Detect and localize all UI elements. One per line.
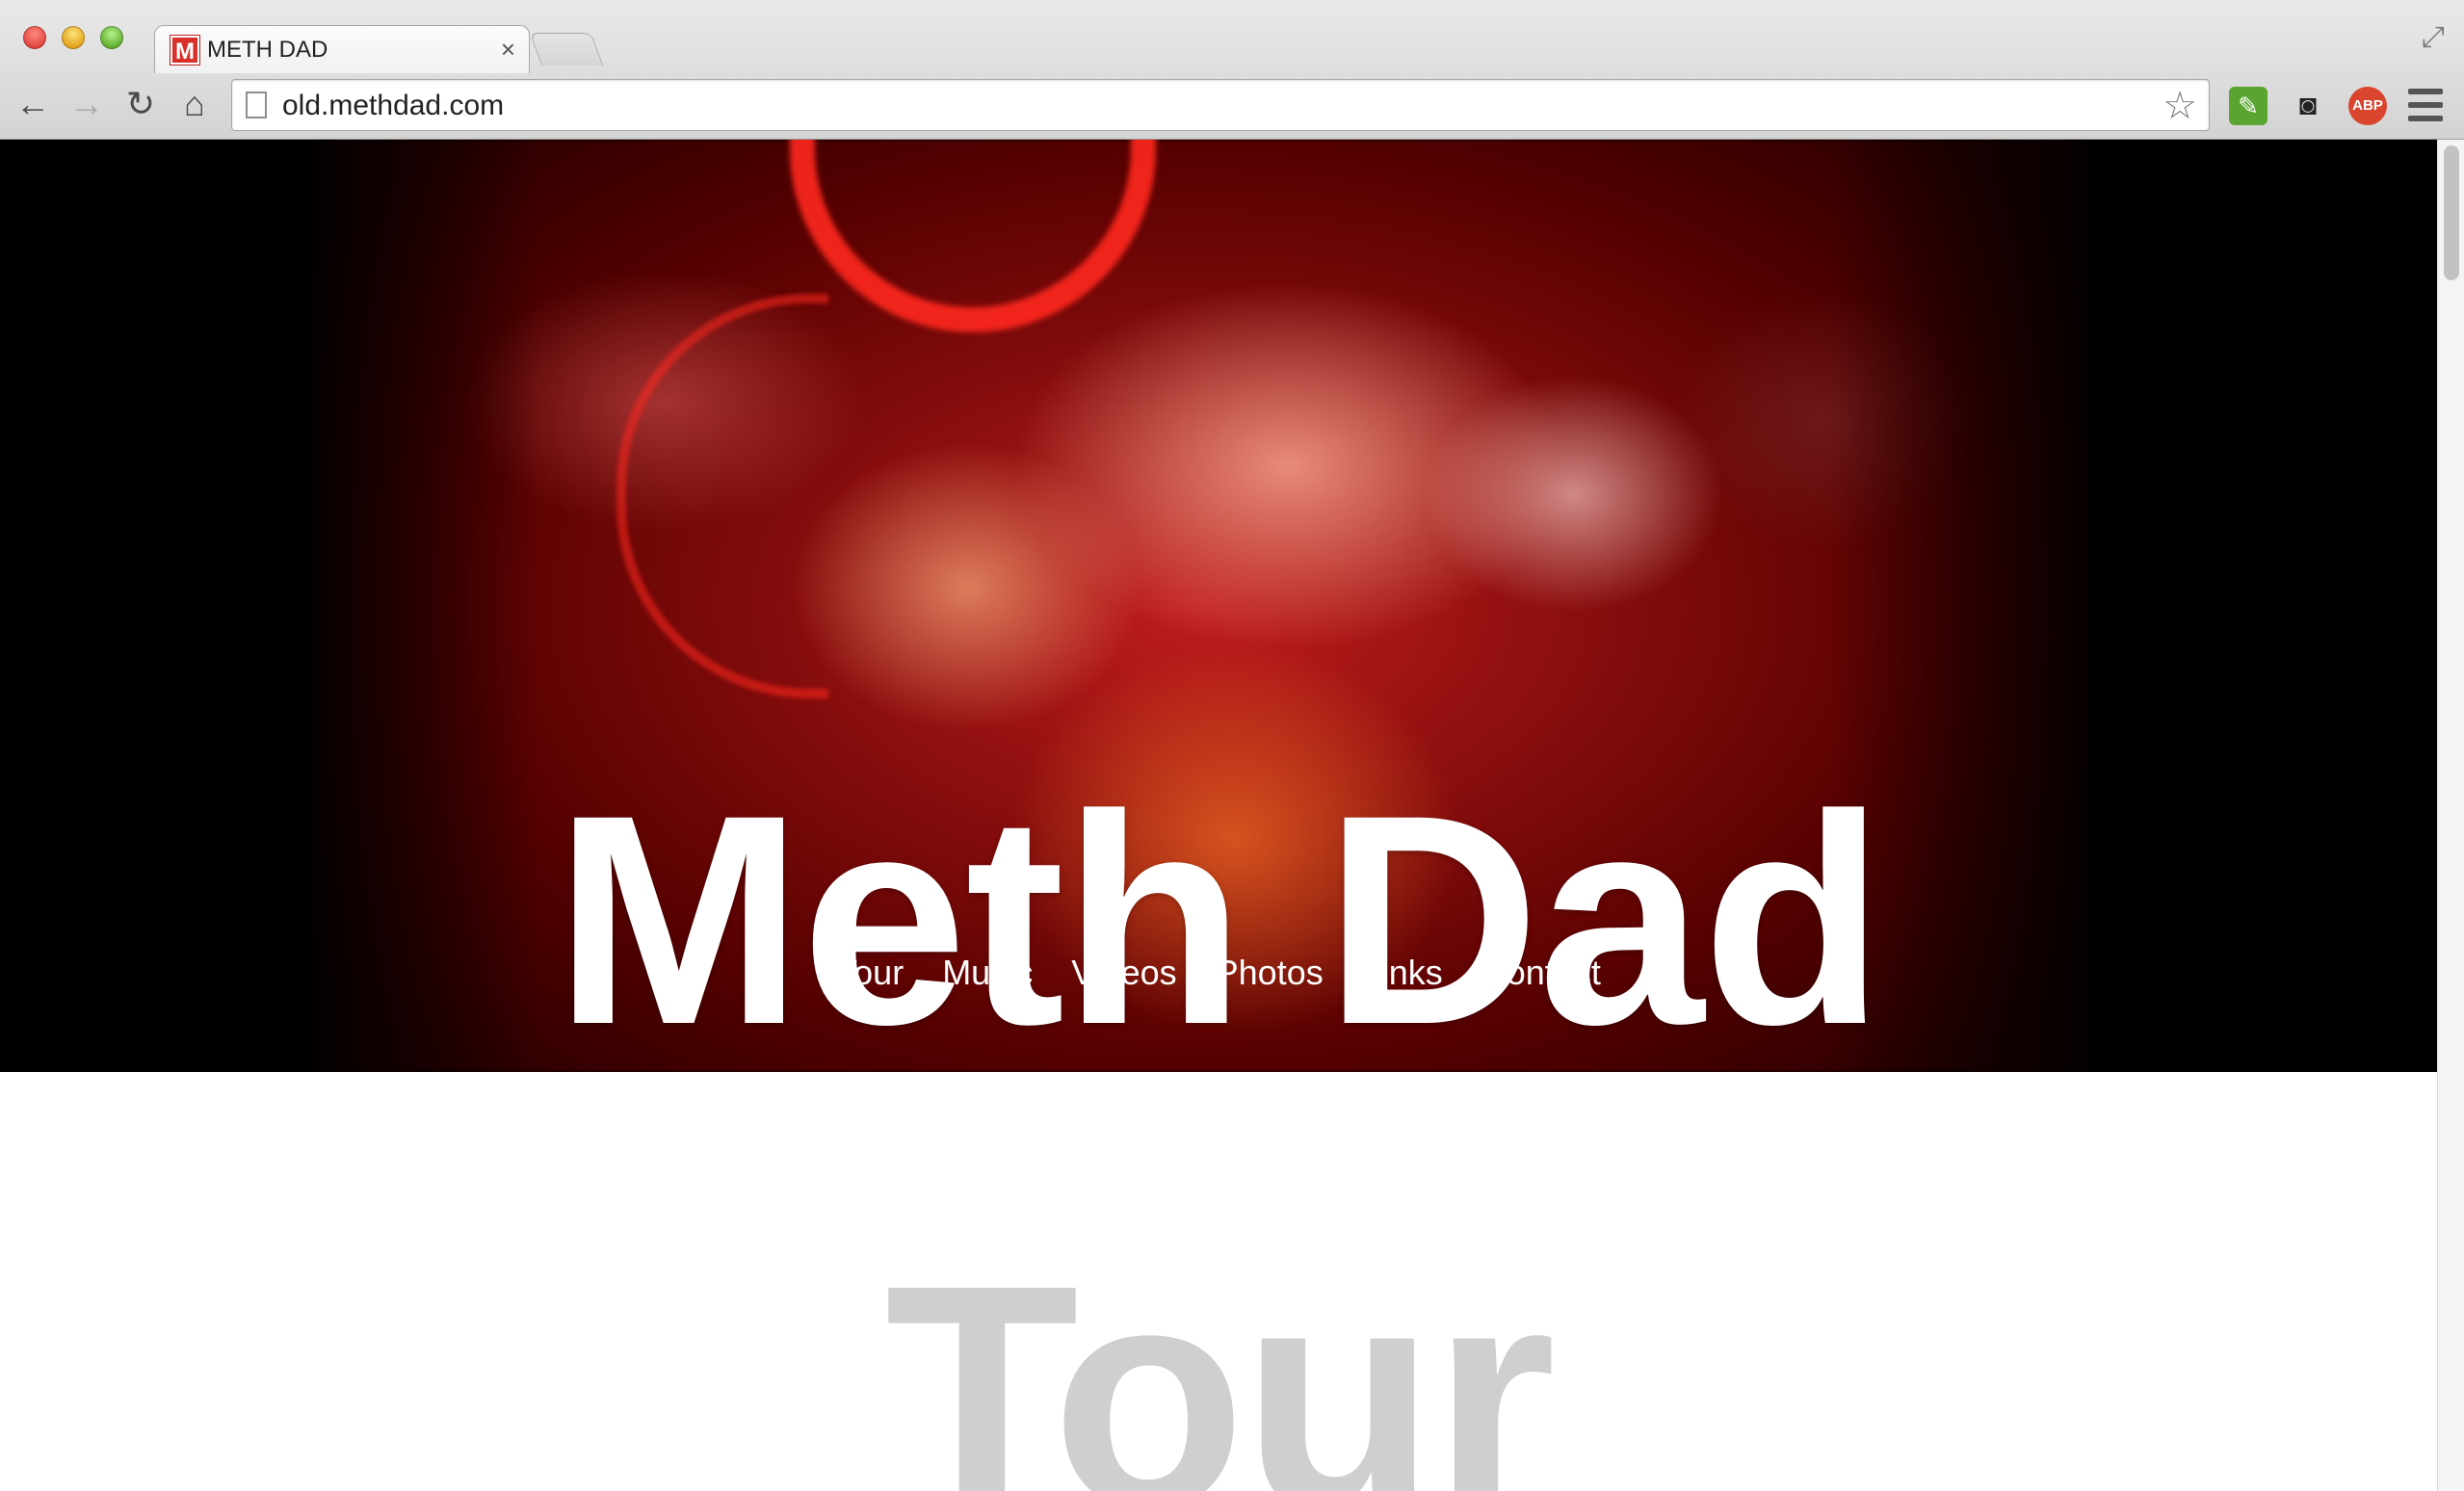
page-scrollbar[interactable] bbox=[2437, 140, 2464, 1491]
reload-icon[interactable]: ↻ bbox=[121, 85, 160, 123]
browser-toolbar: ← → ↻ ⌂ old.methdad.com ☆ ✎ ◙ ABP bbox=[0, 73, 2464, 139]
tab-close-icon[interactable]: × bbox=[501, 35, 515, 65]
address-bar[interactable]: old.methdad.com ☆ bbox=[231, 79, 2210, 131]
scrollbar-thumb[interactable] bbox=[2444, 145, 2459, 280]
minimize-window-button[interactable] bbox=[62, 26, 85, 49]
adblock-extension-icon[interactable]: ABP bbox=[2348, 87, 2387, 125]
page-icon bbox=[246, 92, 267, 118]
home-icon[interactable]: ⌂ bbox=[175, 85, 214, 123]
mask-extension-icon[interactable]: ◙ bbox=[2289, 87, 2327, 125]
url-text[interactable]: old.methdad.com bbox=[282, 90, 504, 122]
nav-link-photos[interactable]: Photos bbox=[1216, 953, 1324, 993]
tab-title: METH DAD bbox=[207, 36, 328, 63]
browser-tab-active[interactable]: M METH DAD × bbox=[154, 25, 530, 73]
nav-link-videos[interactable]: Videos bbox=[1071, 953, 1176, 993]
hero-section: Meth Dad Tour Music Videos Photos Links … bbox=[0, 140, 2437, 1072]
new-tab-button[interactable] bbox=[529, 33, 604, 65]
back-arrow-icon[interactable]: ← bbox=[13, 85, 52, 123]
window-controls bbox=[23, 26, 123, 49]
browser-chrome: M METH DAD × ⤢ ← → ↻ ⌂ old.methdad.com ☆… bbox=[0, 0, 2464, 140]
nav-link-music[interactable]: Music bbox=[942, 953, 1033, 993]
maximize-window-button[interactable] bbox=[100, 26, 123, 49]
forward-arrow-icon[interactable]: → bbox=[67, 85, 106, 123]
nav-link-links[interactable]: Links bbox=[1362, 953, 1443, 993]
band-name-title: Meth Dad bbox=[554, 752, 1885, 1072]
page-viewport: Meth Dad Tour Music Videos Photos Links … bbox=[0, 140, 2437, 1491]
site-favicon-icon: M bbox=[170, 35, 199, 65]
main-navigation: Tour Music Videos Photos Links Contact bbox=[0, 953, 2437, 993]
nav-link-tour[interactable]: Tour bbox=[836, 953, 904, 993]
browser-menu-icon[interactable] bbox=[2408, 89, 2443, 121]
bookmark-star-icon[interactable]: ☆ bbox=[2163, 84, 2197, 128]
tour-section-title: Tour bbox=[884, 1218, 1557, 1491]
nav-link-contact[interactable]: Contact bbox=[1481, 953, 1601, 993]
fullscreen-icon[interactable]: ⤢ bbox=[2422, 21, 2445, 54]
evernote-extension-icon[interactable]: ✎ bbox=[2229, 87, 2267, 125]
close-window-button[interactable] bbox=[23, 26, 46, 49]
